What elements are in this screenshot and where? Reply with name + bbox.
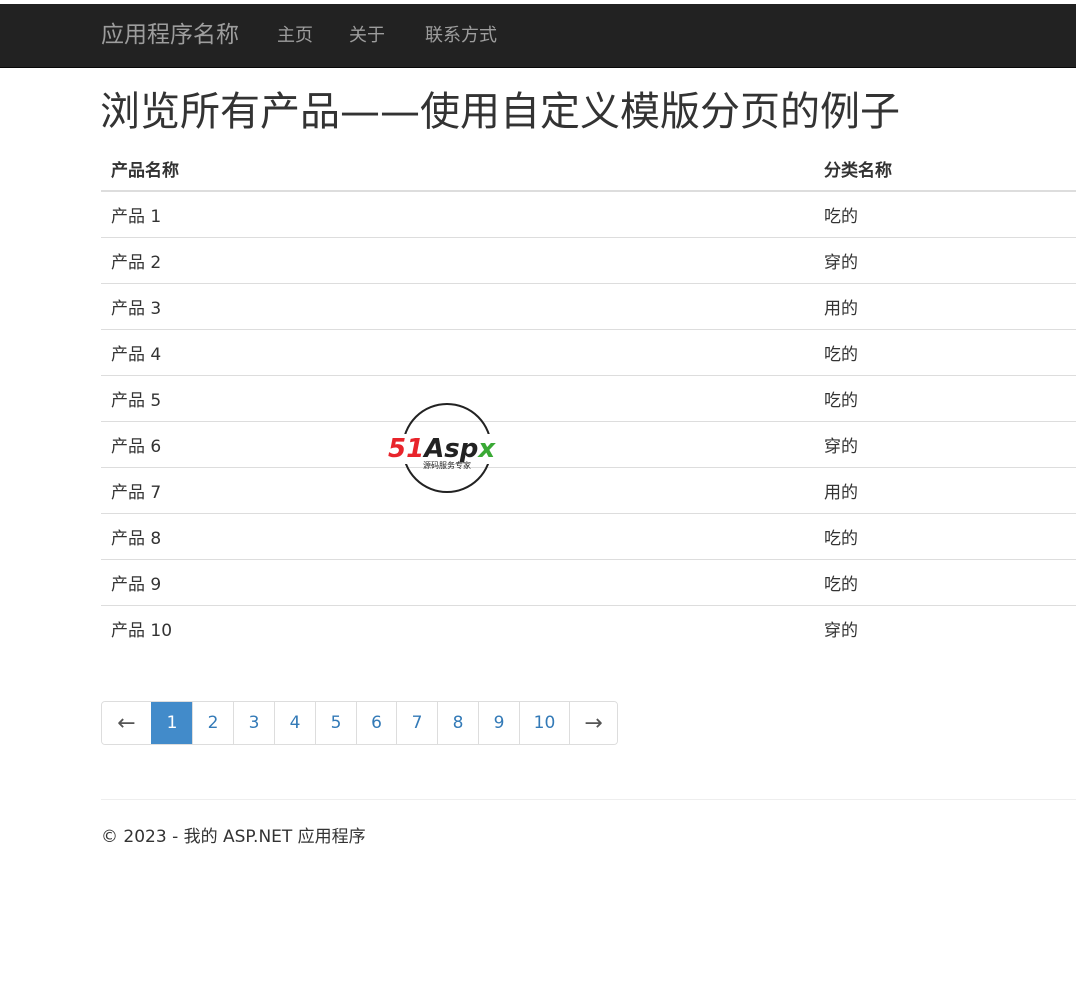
table-row: 产品 8 吃的 — [101, 513, 1076, 560]
table-row: 产品 2 穿的 — [101, 237, 1076, 284]
table-row: 产品 5 吃的 — [101, 375, 1076, 422]
category-name-cell: 吃的 — [824, 207, 858, 227]
pagination-page-9[interactable]: 9 — [478, 702, 519, 744]
pagination-prev-button[interactable]: ← — [102, 702, 151, 744]
category-name-cell: 吃的 — [814, 559, 1076, 606]
column-header-category-name: 分类名称 — [814, 146, 1076, 192]
footer-copyright: © 2023 - 我的 ASP.NET 应用程序 — [101, 827, 366, 847]
pagination-page-3[interactable]: 3 — [233, 702, 274, 744]
category-name-cell: 穿的 — [814, 605, 1076, 651]
pagination-next-button[interactable]: → — [569, 702, 617, 744]
watermark-brand: 51Aspx — [388, 434, 496, 464]
watermark-logo: 51Aspx 源码服务专家 — [386, 402, 512, 494]
product-name-cell: 产品 1 — [111, 207, 162, 227]
category-name-cell: 用的 — [814, 467, 1076, 514]
pagination-page-7[interactable]: 7 — [396, 702, 437, 744]
navbar-brand[interactable]: 应用程序名称 — [101, 20, 239, 50]
category-name-cell: 吃的 — [814, 329, 1076, 376]
pagination-page-5[interactable]: 5 — [315, 702, 356, 744]
table-row: 产品 6 穿的 — [101, 421, 1076, 468]
category-name-cell: 吃的 — [814, 375, 1076, 422]
product-name-cell: 产品 2 — [101, 237, 814, 284]
table-row: 产品 4 吃的 — [101, 329, 1076, 376]
table-row: 产品 3 用的 — [101, 283, 1076, 330]
watermark-tagline: 源码服务专家 — [423, 460, 471, 470]
table-body: 产品 1 吃的 产品 2 穿的 产品 3 用的 产品 4 吃的 产品 5 吃的 产品 6 穿的 产品 7… — [101, 191, 1076, 651]
table-row: 产品 1 吃的 — [101, 191, 1076, 238]
pagination-page-2[interactable]: 2 — [192, 702, 233, 744]
category-name-cell: 穿的 — [814, 237, 1076, 284]
footer-divider — [101, 799, 1076, 800]
product-name-cell: 产品 9 — [101, 559, 814, 606]
nav-link-contact[interactable]: 联系方式 — [425, 24, 497, 48]
pagination-page-10[interactable]: 10 — [519, 702, 569, 744]
category-name-cell: 吃的 — [814, 513, 1076, 560]
pagination-page-4[interactable]: 4 — [274, 702, 315, 744]
watermark-logo-graphic: 51Aspx 源码服务专家 — [387, 403, 511, 493]
pagination-page-6[interactable]: 6 — [356, 702, 396, 744]
products-table: 产品名称 分类名称 产品 1 吃的 产品 2 穿的 产品 3 用的 产品 4 吃的 产品 5 吃的… — [101, 146, 1076, 651]
pagination-page-1[interactable]: 1 — [151, 702, 192, 744]
column-header-product-name: 产品名称 — [101, 146, 814, 192]
table-row: 产品 7 用的 — [101, 467, 1076, 514]
pagination: ← 1 2 3 4 5 6 7 8 9 10 → — [101, 701, 618, 745]
product-name-cell: 产品 4 — [101, 329, 814, 376]
page-title: 浏览所有产品——使用自定义模版分页的例子 — [100, 89, 900, 135]
navbar: 应用程序名称 主页 关于 联系方式 — [0, 4, 1076, 68]
table-header-row: 产品名称 分类名称 — [101, 146, 1076, 192]
category-name-cell: 用的 — [814, 283, 1076, 330]
product-name-cell: 产品 3 — [101, 283, 814, 330]
product-name-cell: 产品 10 — [101, 605, 814, 651]
pagination-page-8[interactable]: 8 — [437, 702, 478, 744]
nav-link-about[interactable]: 关于 — [349, 24, 385, 48]
product-name-cell: 产品 8 — [101, 513, 814, 560]
table-row: 产品 10 穿的 — [101, 605, 1076, 651]
nav-link-home[interactable]: 主页 — [277, 24, 313, 48]
table-row: 产品 9 吃的 — [101, 559, 1076, 606]
category-name-cell: 穿的 — [814, 421, 1076, 468]
